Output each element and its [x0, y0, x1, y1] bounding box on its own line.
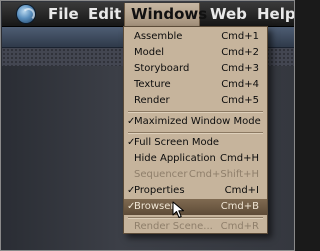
menu-item-label: Properties [134, 185, 185, 196]
menu-item-shortcut: Cmd+4 [221, 79, 259, 90]
menu-item-model[interactable]: Model Cmd+2 [124, 45, 267, 61]
menu-help[interactable]: Help [251, 3, 294, 26]
menu-item-label: Sequencer [134, 169, 188, 180]
menu-item-render[interactable]: Render Cmd+5 [124, 93, 267, 109]
menu-item-render-scene: Render Scene... Cmd+R [124, 219, 267, 233]
menu-item-shortcut: Cmd+5 [221, 95, 259, 106]
windows-menu-dropdown: Assemble Cmd+1 Model Cmd+2 Storyboard Cm… [123, 26, 268, 234]
menu-item-shortcut: Cmd+2 [221, 47, 259, 58]
mouse-pointer-icon [172, 201, 184, 218]
menu-item-sequencer: Sequencer Cmd+Shift+H [124, 167, 267, 183]
menu-item-storyboard[interactable]: Storyboard Cmd+3 [124, 61, 267, 77]
menu-item-shortcut: Cmd+I [224, 185, 259, 196]
menu-item-label: Render Scene... [134, 221, 213, 232]
menu-web[interactable]: Web [204, 3, 253, 26]
menu-item-shortcut: Cmd+3 [221, 63, 259, 74]
menu-item-properties[interactable]: ✓ Properties Cmd+I [124, 183, 267, 199]
menu-item-label: Render [134, 95, 170, 106]
menu-bar: File Edit Windows Web Help [2, 2, 294, 27]
menu-item-shortcut: Cmd+Shift+H [188, 169, 259, 180]
menu-item-shortcut: Cmd+H [220, 153, 259, 164]
menu-item-full-screen-mode[interactable]: ✓ Full Screen Mode [124, 135, 267, 151]
menu-item-label: Browser [134, 201, 175, 212]
menu-separator [128, 111, 263, 113]
menu-separator [128, 132, 263, 134]
menu-edit[interactable]: Edit [82, 3, 127, 26]
menu-item-texture[interactable]: Texture Cmd+4 [124, 77, 267, 93]
menu-item-shortcut: Cmd+R [220, 221, 259, 232]
menu-item-label: Texture [134, 79, 171, 90]
screen-frame: File Edit Windows Web Help Assemble Cmd+… [0, 0, 295, 251]
menu-file[interactable]: File [42, 3, 85, 26]
menu-item-label: Maximized Window Mode [134, 116, 261, 127]
menu-item-label: Storyboard [134, 63, 190, 74]
menu-item-label: Model [134, 47, 165, 58]
menu-item-shortcut: Cmd+B [220, 201, 259, 212]
menu-item-maximized-window-mode[interactable]: ✓ Maximized Window Mode [124, 114, 267, 130]
menu-item-browser[interactable]: ✓ Browser Cmd+B [124, 199, 267, 215]
menu-item-hide-application[interactable]: Hide Application Cmd+H [124, 151, 267, 167]
menu-item-label: Full Screen Mode [134, 137, 220, 148]
menu-item-assemble[interactable]: Assemble Cmd+1 [124, 29, 267, 45]
menu-windows[interactable]: Windows [124, 3, 207, 26]
menu-item-shortcut: Cmd+1 [221, 31, 259, 42]
menu-item-label: Assemble [134, 31, 183, 42]
menu-item-label: Hide Application [134, 153, 216, 164]
app-logo-icon[interactable] [17, 5, 35, 23]
